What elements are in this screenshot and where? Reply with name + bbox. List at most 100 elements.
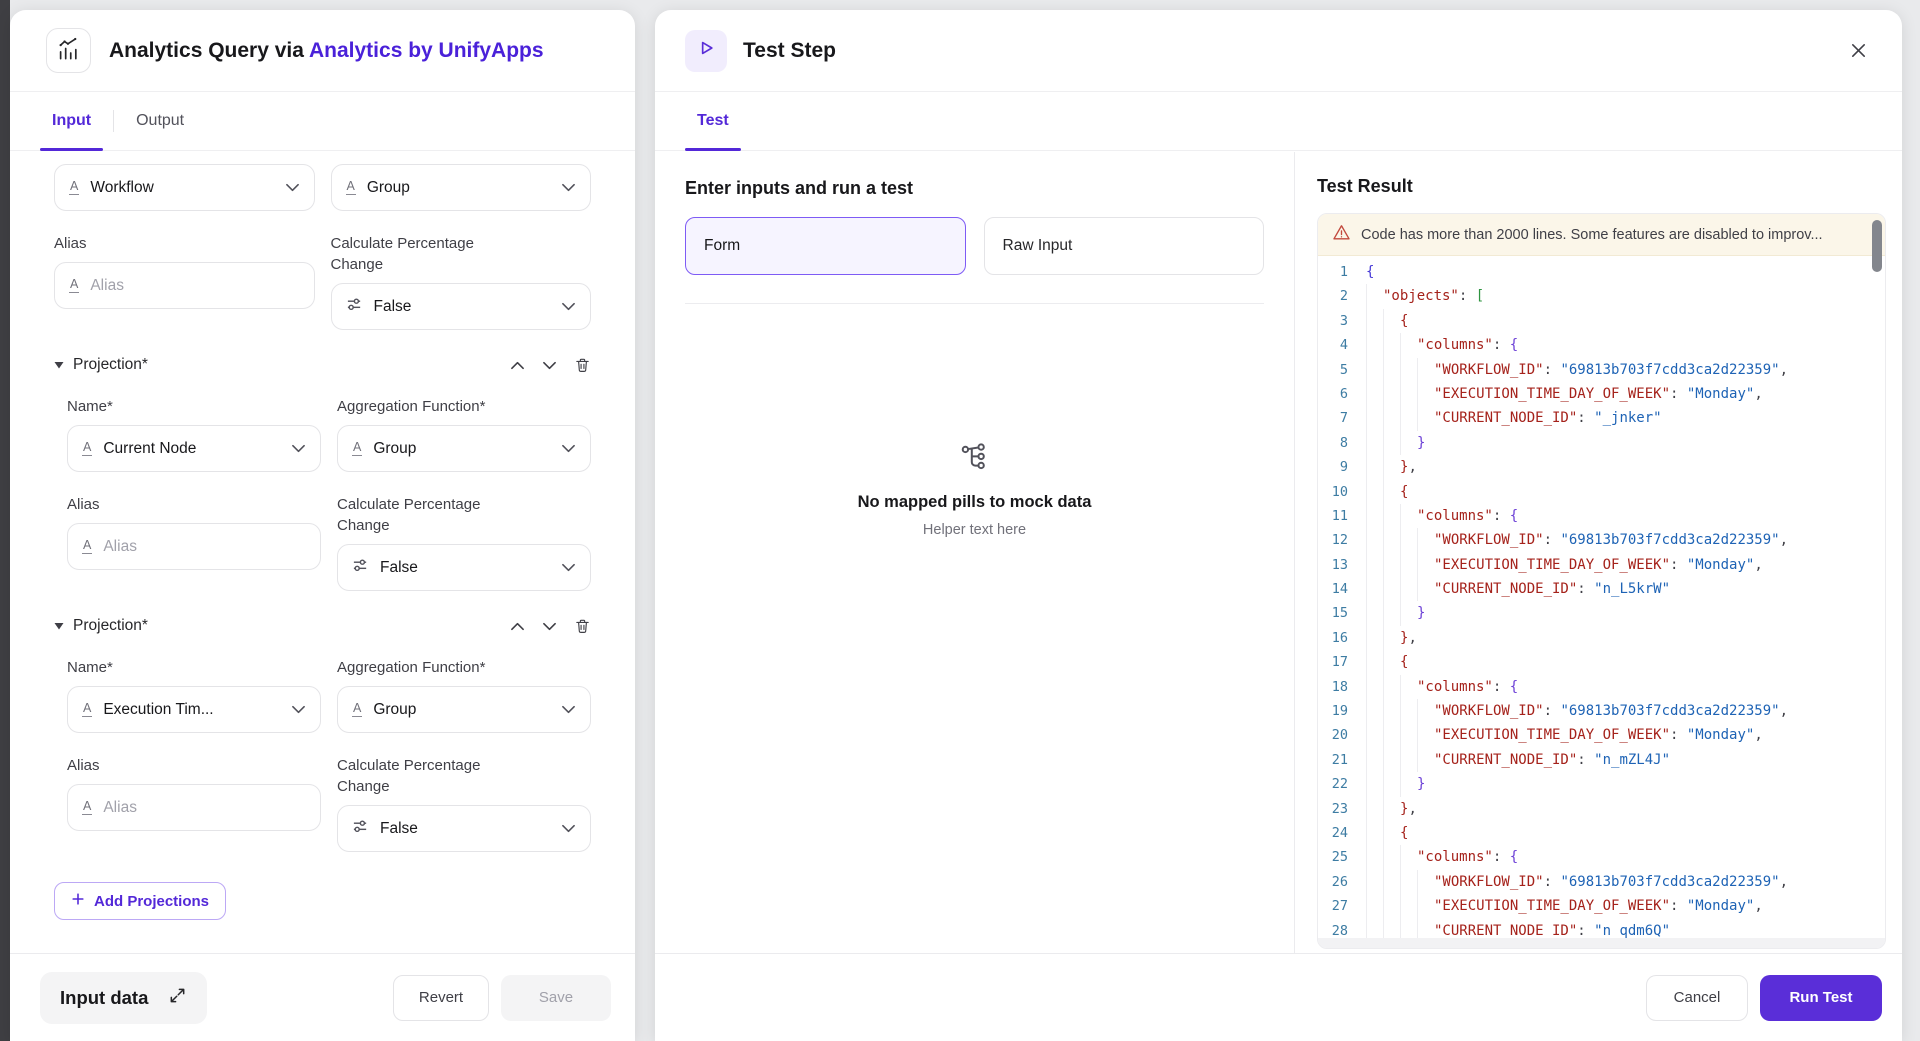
- trash-icon[interactable]: [574, 617, 591, 635]
- collapse-caret-icon[interactable]: [54, 356, 64, 374]
- code-line: 22}: [1318, 772, 1885, 797]
- projection-header: Projection*: [54, 617, 591, 635]
- code-warning-banner: Code has more than 2000 lines. Some feat…: [1318, 214, 1885, 256]
- line-number: 26: [1331, 873, 1348, 890]
- vertical-scrollbar-thumb[interactable]: [1872, 220, 1882, 272]
- expand-icon[interactable]: [168, 986, 187, 1010]
- tab-input[interactable]: Input: [40, 92, 104, 151]
- alias-label: Alias: [67, 496, 100, 513]
- alias-input[interactable]: [103, 798, 306, 817]
- analytics-query-panel: Analytics Query via Analytics by UnifyAp…: [10, 10, 635, 1041]
- code-lines: 1{2 "objects": [3{4 "columns": {5 "WORKFLOW…: [1318, 260, 1885, 938]
- code-line: 18 "columns": {: [1318, 674, 1885, 700]
- projection-name-select[interactable]: A Current Node: [67, 425, 321, 472]
- warning-triangle-icon: [1332, 223, 1351, 247]
- save-button[interactable]: Save: [501, 974, 611, 1021]
- code-line: 5 "WORKFLOW_ID": "69813b703f7cdd3ca2d2235…: [1318, 357, 1885, 382]
- chevron-down-icon: [561, 559, 576, 577]
- raw-input-mode-button[interactable]: Raw Input: [983, 217, 1264, 275]
- test-step-header: Test Step: [655, 10, 1902, 92]
- field-type-icon: A: [345, 179, 356, 196]
- aggregation-value: Group: [373, 439, 417, 457]
- code-line: 3{: [1318, 308, 1885, 334]
- sliders-icon: [352, 818, 369, 840]
- aggregation-select[interactable]: A Group: [337, 425, 591, 472]
- tab-separator: [113, 110, 115, 132]
- test-result-editor: Code has more than 2000 lines. Some feat…: [1317, 213, 1886, 949]
- projection-section-2: Projection* Name* A Execution Tim... Agg…: [54, 617, 591, 852]
- name-field-group: Name* A Execution Tim...: [67, 635, 321, 733]
- field-type-icon: A: [69, 179, 80, 196]
- projection-title: Projection*: [73, 356, 148, 373]
- line-number: 28: [1331, 922, 1348, 938]
- projection-title: Projection*: [73, 617, 148, 634]
- inputs-divider: [685, 303, 1264, 304]
- tab-test[interactable]: Test: [685, 92, 741, 151]
- calc-pct-select[interactable]: False: [330, 283, 591, 330]
- workflow-select-value: Workflow: [90, 178, 154, 196]
- collapse-caret-icon[interactable]: [54, 617, 64, 635]
- cancel-button[interactable]: Cancel: [1646, 974, 1748, 1021]
- move-up-icon[interactable]: [510, 622, 525, 631]
- empty-state: No mapped pills to mock data Helper text…: [685, 442, 1264, 538]
- calc-pct-value: False: [380, 558, 418, 576]
- input-mode-toggle: Form Raw Input: [685, 217, 1264, 275]
- move-up-icon[interactable]: [510, 361, 525, 370]
- code-line: 12 "WORKFLOW_ID": "69813b703f7cdd3ca2d223…: [1318, 528, 1885, 553]
- code-line: 24{: [1318, 820, 1885, 846]
- add-projections-button[interactable]: Add Projections: [54, 882, 227, 920]
- analytics-query-header: Analytics Query via Analytics by UnifyAp…: [10, 10, 635, 92]
- aggregation-select[interactable]: A Group: [337, 686, 591, 733]
- projection-name-value: Current Node: [103, 439, 197, 457]
- field-type-icon: A: [352, 440, 363, 457]
- code-line: 2 "objects": [: [1318, 284, 1885, 309]
- workflow-select[interactable]: A Workflow: [54, 164, 315, 211]
- calc-pct-select[interactable]: False: [337, 805, 591, 852]
- line-number: 20: [1331, 727, 1348, 744]
- code-line: 23},: [1318, 796, 1885, 821]
- sliders-icon: [352, 557, 369, 579]
- input-data-label: Input data: [60, 986, 149, 1008]
- calc-pct-label: Calculate Percentage Change: [337, 496, 481, 534]
- projection-actions: [510, 356, 591, 374]
- group-select-value: Group: [366, 178, 410, 196]
- background-app-edge: [0, 0, 10, 1041]
- close-icon[interactable]: [1840, 33, 1876, 69]
- revert-button[interactable]: Revert: [393, 974, 489, 1021]
- calc-pct-value: False: [380, 819, 418, 837]
- move-down-icon[interactable]: [542, 622, 557, 631]
- form-mode-button[interactable]: Form: [685, 217, 966, 275]
- field-type-icon: A: [82, 799, 93, 816]
- line-number: 6: [1339, 385, 1348, 402]
- left-panel-footer: Input data Revert Save: [10, 953, 635, 1041]
- test-step-footer: Cancel Run Test: [655, 953, 1902, 1041]
- line-number: 14: [1331, 581, 1348, 598]
- projection-name-select[interactable]: A Execution Tim...: [67, 686, 321, 733]
- input-data-button[interactable]: Input data: [40, 971, 208, 1024]
- alias-input[interactable]: [103, 537, 306, 556]
- line-number: 1: [1339, 264, 1348, 280]
- chevron-down-icon: [561, 440, 576, 458]
- code-line: 28 "CURRENT_NODE_ID": "n_qdm6Q": [1318, 918, 1885, 938]
- alias-input[interactable]: [90, 276, 300, 295]
- horizontal-scrollbar-track[interactable]: [1318, 938, 1885, 948]
- line-number: 4: [1339, 337, 1348, 354]
- move-down-icon[interactable]: [542, 361, 557, 370]
- code-editor[interactable]: 1{2 "objects": [3{4 "columns": {5 "WORKFLOW…: [1318, 256, 1885, 938]
- line-number: 3: [1339, 312, 1348, 329]
- tab-output[interactable]: Output: [124, 92, 196, 150]
- add-projections-label: Add Projections: [94, 892, 210, 910]
- calc-pct-select[interactable]: False: [337, 544, 591, 591]
- calc-pct-field-group: Calculate Percentage Change False: [337, 733, 591, 852]
- run-test-button[interactable]: Run Test: [1760, 974, 1882, 1021]
- play-icon-box: [685, 29, 727, 72]
- page-title-app-link[interactable]: Analytics by UnifyApps: [309, 39, 544, 62]
- alias-input-box: A: [67, 523, 321, 570]
- line-number: 21: [1331, 751, 1348, 768]
- test-step-panel: Test Step Test Enter inputs and run a te…: [655, 10, 1902, 1041]
- field-type-icon: A: [352, 701, 363, 718]
- trash-icon[interactable]: [574, 356, 591, 374]
- page-title: Analytics Query via Analytics by UnifyAp…: [109, 39, 544, 63]
- code-line: 27 "EXECUTION_TIME_DAY_OF_WEEK": "Monday"…: [1318, 894, 1885, 919]
- group-select[interactable]: A Group: [330, 164, 591, 211]
